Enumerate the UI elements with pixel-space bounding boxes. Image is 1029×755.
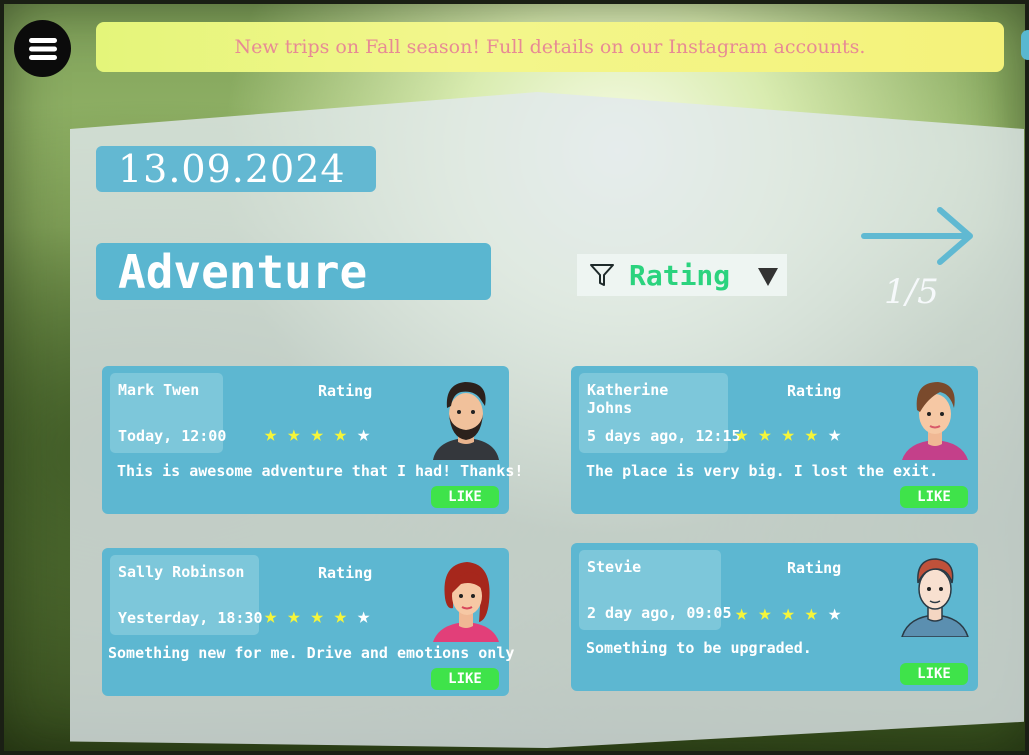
review-meta: Mark Twen Today, 12:00 [110,373,227,453]
page-title-text: Adventure [118,244,368,299]
reviewer-name: Stevie [587,558,642,576]
avatar-woman-red-hair [433,562,499,642]
like-button[interactable]: LIKE [431,486,499,508]
star-icon: ★ [828,601,852,626]
banner-text: New trips on Fall season! Full details o… [234,36,866,58]
review-meta: Katherine Johns 5 days ago, 12:15 [579,373,741,453]
like-button[interactable]: LIKE [431,668,499,690]
star-icon: ★ [735,601,759,626]
reviewer-name: Mark Twen [118,381,200,399]
review-card: Katherine Johns 5 days ago, 12:15 Rating… [571,366,978,514]
review-time: Today, 12:00 [118,427,227,445]
review-comment: Something to be upgraded. [586,639,812,657]
star-icon: ★ [357,422,381,447]
rating-label: Rating [318,382,373,400]
arrow-right-icon[interactable] [860,206,978,268]
star-icon: ★ [264,422,288,447]
rating-label: Rating [318,564,373,582]
date-label: 13.09.2024 [96,146,376,192]
reviewer-name: Sally Robinson [118,563,245,581]
review-card: Sally Robinson Yesterday, 18:30 Rating ★… [102,548,514,696]
star-icon: ★ [804,601,828,626]
rating-label: Rating [787,382,842,400]
star-icon: ★ [735,422,759,447]
rating-label: Rating [787,559,842,577]
filter-label: Rating [629,258,731,292]
review-card: Mark Twen Today, 12:00 Rating ★★★★★ This… [102,366,523,514]
star-icon: ★ [758,601,782,626]
review-comment: Something new for me. Drive and emotions… [108,644,515,662]
star-icon: ★ [333,422,357,447]
date-text: 13.09.2024 [118,147,346,191]
announcement-banner: New trips on Fall season! Full details o… [96,22,1004,72]
star-icon: ★ [310,604,334,629]
side-tab[interactable] [1021,30,1029,60]
avatar-woman-short-hair [902,382,968,460]
review-meta: Stevie 2 day ago, 09:05 [579,550,732,630]
review-meta: Sally Robinson Yesterday, 18:30 [110,555,263,635]
page-indicator: 1/5 [884,272,939,312]
funnel-icon [590,264,614,286]
review-time: 5 days ago, 12:15 [587,427,741,445]
review-time: Yesterday, 18:30 [118,609,263,627]
review-comment: The place is very big. I lost the exit. [586,462,939,480]
avatar-bearded-man [433,382,499,460]
page-title: Adventure [96,243,491,300]
star-rating: ★★★★★ [735,422,851,447]
star-icon: ★ [828,422,852,447]
star-icon: ★ [287,422,311,447]
star-icon: ★ [781,422,805,447]
reviewer-name: Katherine Johns [587,381,669,417]
star-icon: ★ [333,604,357,629]
star-icon: ★ [804,422,828,447]
triangle-down-icon [758,268,778,286]
star-icon: ★ [758,422,782,447]
star-rating: ★★★★★ [264,604,380,629]
like-button[interactable]: LIKE [900,486,968,508]
star-icon: ★ [357,604,381,629]
star-icon: ★ [287,604,311,629]
star-icon: ★ [781,601,805,626]
star-rating: ★★★★★ [264,422,380,447]
review-comment: This is awesome adventure that I had! Th… [117,462,524,480]
sort-filter-dropdown[interactable]: Rating [577,254,787,296]
review-time: 2 day ago, 09:05 [587,604,732,622]
avatar-man-sketch [901,558,969,637]
star-rating: ★★★★★ [735,601,851,626]
menu-button[interactable] [14,20,71,77]
star-icon: ★ [310,422,334,447]
hamburger-icon [28,37,57,60]
star-icon: ★ [264,604,288,629]
like-button[interactable]: LIKE [900,663,968,685]
review-card: Stevie 2 day ago, 09:05 Rating ★★★★★ Som… [571,543,978,691]
